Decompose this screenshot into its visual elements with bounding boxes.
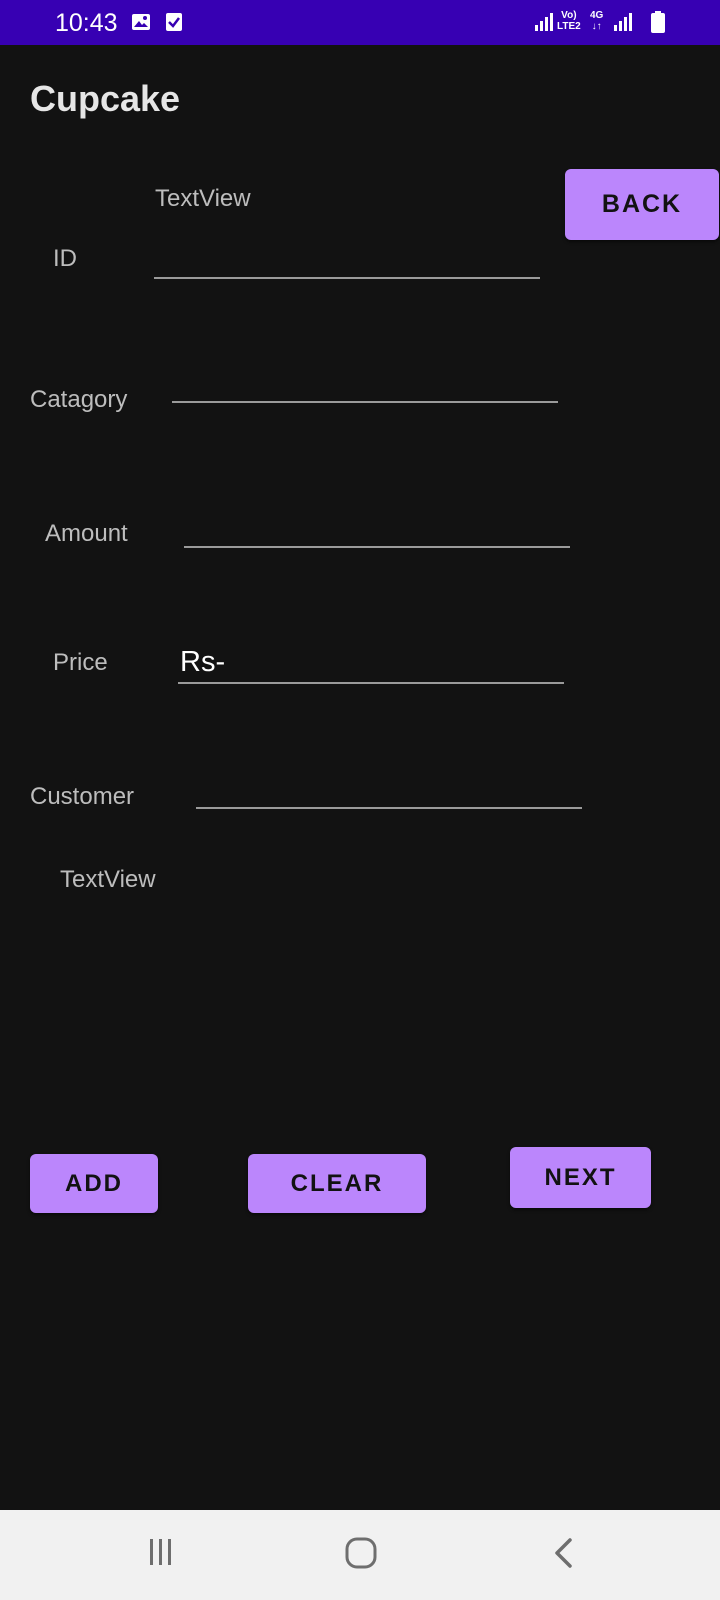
recent-apps-icon[interactable] [146, 1537, 176, 1572]
gallery-icon [131, 12, 151, 37]
customer-field[interactable] [196, 765, 582, 809]
status-bar: 10:43 Vo) LTE2 4G ↓↑ [0, 0, 720, 45]
data-arrows-icon: ↓↑ [591, 21, 602, 32]
category-field[interactable] [172, 359, 558, 403]
add-button[interactable]: ADD [30, 1154, 158, 1213]
network-4g-label: 4G ↓↑ [590, 10, 603, 32]
category-label: Catagory [30, 386, 128, 413]
back-icon[interactable] [552, 1537, 576, 1574]
volte-top: Vo) [561, 10, 577, 21]
home-icon[interactable] [344, 1537, 378, 1574]
clear-button[interactable]: CLEAR [248, 1154, 426, 1213]
id-label: ID [53, 245, 77, 272]
price-label: Price [53, 649, 108, 676]
volte-label: Vo) LTE2 [557, 10, 581, 32]
status-time: 10:43 [55, 9, 118, 37]
network-4g-text: 4G [590, 10, 604, 21]
amount-label: Amount [45, 520, 128, 547]
price-field[interactable]: Rs- [178, 640, 564, 684]
signal-icon-2 [614, 13, 632, 36]
back-button[interactable]: BACK [565, 169, 719, 240]
app-title: Cupcake [30, 78, 181, 119]
customer-label: Customer [30, 783, 135, 810]
battery-icon [651, 11, 665, 38]
signal-icon [535, 13, 553, 36]
navigation-bar [0, 1510, 720, 1600]
volte-bottom: LTE2 [557, 21, 581, 32]
checkbox-icon [165, 12, 183, 37]
bottom-textview: TextView [60, 866, 156, 893]
top-textview: TextView [155, 185, 251, 212]
id-field[interactable] [154, 235, 540, 279]
next-button[interactable]: NEXT [510, 1147, 651, 1208]
amount-field[interactable] [184, 504, 570, 548]
